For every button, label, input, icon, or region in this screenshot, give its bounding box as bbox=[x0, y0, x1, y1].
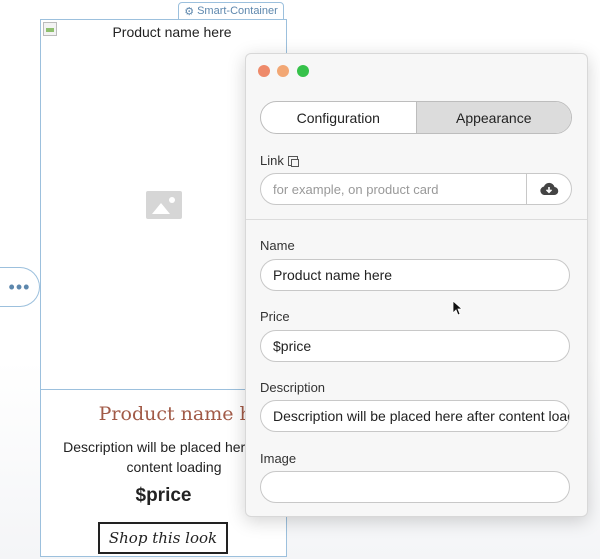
link-input-group bbox=[260, 173, 572, 205]
image-placeholder-icon bbox=[146, 191, 182, 219]
link-label-text: Link bbox=[260, 153, 284, 168]
description-field[interactable]: Description will be placed here after co… bbox=[260, 400, 570, 432]
copy-icon[interactable] bbox=[287, 155, 299, 167]
panel-tabs: Configuration Appearance bbox=[260, 101, 572, 134]
description-label: Description bbox=[260, 380, 326, 395]
tab-appearance[interactable]: Appearance bbox=[415, 102, 571, 133]
name-field[interactable]: Product name here bbox=[260, 259, 570, 291]
price-field[interactable]: $price bbox=[260, 330, 570, 362]
image-field[interactable] bbox=[260, 471, 570, 503]
window-close-button[interactable] bbox=[258, 65, 270, 77]
gear-icon: ⚙ bbox=[184, 5, 195, 18]
image-label: Image bbox=[260, 451, 297, 466]
window-minimize-button[interactable] bbox=[277, 65, 289, 77]
price-label: Price bbox=[260, 309, 290, 324]
window-maximize-button[interactable] bbox=[297, 65, 309, 77]
divider bbox=[246, 219, 587, 220]
link-input[interactable] bbox=[261, 174, 526, 204]
more-options-handle[interactable]: ••• bbox=[0, 267, 40, 307]
link-label: Link bbox=[260, 153, 299, 168]
smart-container-tag[interactable]: ⚙ Smart-Container bbox=[178, 2, 284, 20]
image-alt-title: Product name here bbox=[112, 24, 232, 40]
name-label: Name bbox=[260, 238, 295, 253]
tab-configuration[interactable]: Configuration bbox=[261, 102, 416, 133]
settings-panel: Configuration Appearance Link Name Produ… bbox=[245, 53, 588, 517]
shop-this-look-button[interactable]: Shop this look bbox=[98, 522, 228, 554]
cloud-download-icon bbox=[540, 182, 559, 196]
smart-container-label: Smart-Container bbox=[197, 5, 278, 17]
mouse-cursor-icon bbox=[452, 300, 462, 316]
cloud-download-button[interactable] bbox=[526, 174, 571, 204]
